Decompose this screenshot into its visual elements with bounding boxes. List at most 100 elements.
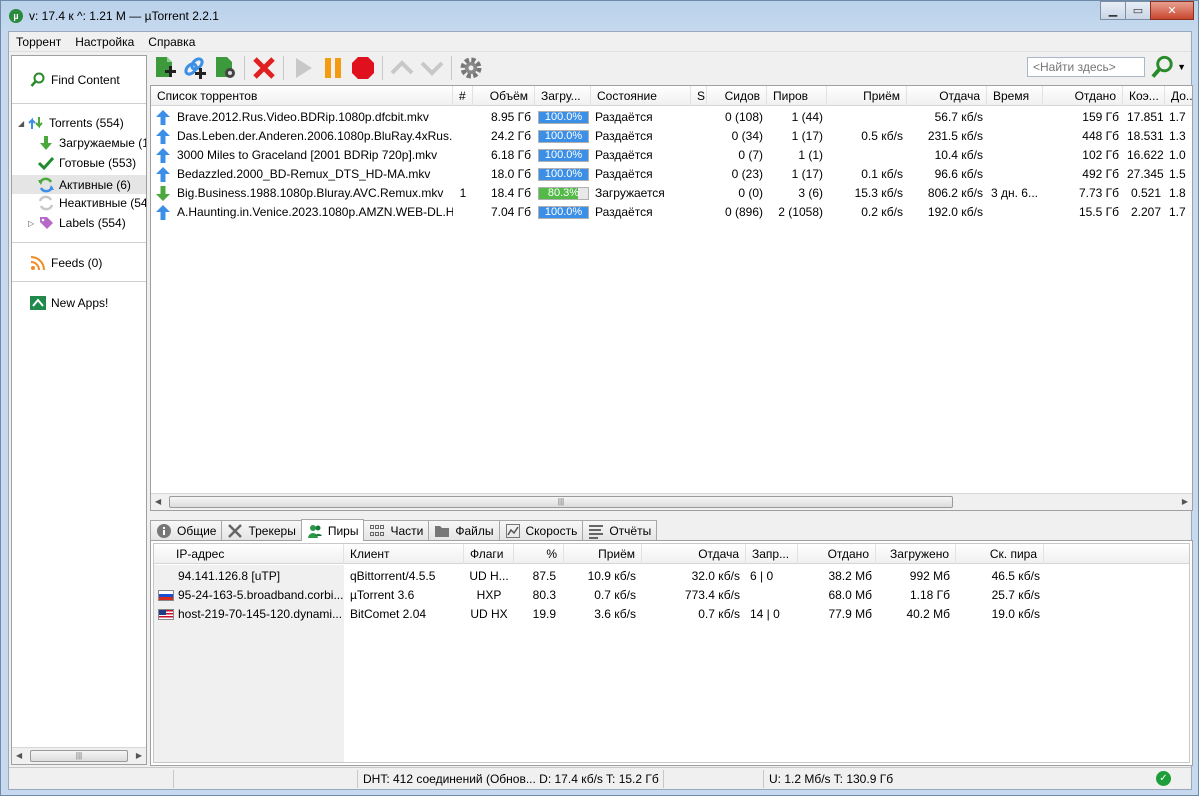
scroll-right-icon[interactable]: ▶ [136, 751, 142, 760]
torrent-row[interactable]: Das.Leben.der.Anderen.2006.1080p.BluRay.… [151, 127, 1192, 146]
menu-torrent[interactable]: Торрент [9, 32, 68, 52]
play-icon [296, 58, 312, 78]
torrent-status: Раздаётся [595, 148, 653, 162]
column-header-seeds[interactable]: Сидов [707, 86, 767, 106]
tab-logger[interactable]: Отчёты [582, 520, 658, 541]
close-button[interactable]: ✕ [1150, 1, 1194, 20]
scrollbar-thumb[interactable]: ||| [169, 496, 953, 508]
torrent-row[interactable]: Big.Business.1988.1080p.Bluray.AVC.Remux… [151, 184, 1192, 203]
column-header-downloaded[interactable]: Загружено [876, 544, 956, 564]
progress-label: 100.0% [544, 206, 583, 218]
sidebar-item-labels[interactable]: ▷ Labels (554) [28, 215, 126, 231]
search-icon [1151, 55, 1173, 78]
peer-row[interactable]: host-219-70-145-120.dynami... BitComet 2.… [154, 605, 1189, 624]
peer-row[interactable]: 94.141.126.8 [uTP] qBittorrent/4.5.5 UD H.… [154, 567, 1189, 586]
torrent-list: Список торрентов # Объём Загру... Состоя… [150, 85, 1193, 511]
column-header-flags[interactable]: Флаги [464, 544, 514, 564]
stop-icon [352, 57, 374, 79]
sidebar-item-completed[interactable]: Готовые (553) [37, 155, 136, 171]
sidebar-item-downloading[interactable]: Загружаемые (1) [38, 135, 146, 151]
upload-arrow-icon [156, 205, 170, 220]
column-header-queue[interactable]: # [453, 86, 473, 106]
column-header-done[interactable]: Загру... [535, 86, 591, 106]
create-torrent-button[interactable] [210, 53, 240, 83]
torrent-uploaded: 7.73 Гб [1078, 186, 1119, 200]
sidebar-horizontal-scrollbar[interactable]: ◀ ||| ▶ [12, 747, 146, 764]
scroll-left-icon[interactable]: ◀ [155, 497, 161, 506]
network-ok-icon[interactable]: ✓ [1156, 771, 1171, 786]
tab-peers[interactable]: Пиры [300, 519, 365, 541]
sidebar-item-new-apps[interactable]: New Apps! [30, 295, 108, 311]
tab-pieces[interactable]: Части [363, 520, 430, 541]
peers-table-header: IP-адрес Клиент Флаги % Приём Отдача Зап… [154, 544, 1189, 564]
client-area: Торрент Настройка Справка Find Content ◢… [8, 31, 1193, 790]
sidebar-divider [12, 281, 146, 282]
scroll-left-icon[interactable]: ◀ [16, 751, 22, 760]
torrent-eta: 3 дн. 6... [991, 186, 1038, 200]
peer-row[interactable]: 95-24-163-5.broadband.corbi... µTorrent 3… [154, 586, 1189, 605]
remove-torrent-button[interactable] [249, 53, 279, 83]
add-torrent-button[interactable] [150, 53, 180, 83]
sidebar-item-find-content[interactable]: Find Content [30, 72, 120, 88]
column-header-eta[interactable]: Время [987, 86, 1043, 106]
sidebar-item-active[interactable]: Активные (6) [12, 175, 146, 194]
start-button[interactable] [288, 53, 318, 83]
column-header-down-speed[interactable]: Приём [827, 86, 907, 106]
search-button[interactable]: ▼ [1150, 54, 1186, 80]
torrent-eta [987, 127, 1043, 146]
menu-help[interactable]: Справка [141, 32, 202, 52]
sidebar-item-feeds[interactable]: Feeds (0) [30, 255, 102, 271]
tab-trackers[interactable]: Трекеры [221, 520, 302, 541]
column-header-down-speed[interactable]: Приём [564, 544, 642, 564]
tab-general[interactable]: Общие [150, 520, 223, 541]
scrollbar-thumb[interactable]: ||| [30, 750, 128, 762]
title-bar[interactable]: µ v: 17.4 к ^: 1.21 M — µTorrent 2.2.1 ▁… [1, 1, 1198, 31]
search-input[interactable] [1027, 57, 1145, 77]
chevron-down-icon[interactable]: ▼ [1177, 62, 1186, 72]
move-up-button[interactable] [387, 53, 417, 83]
column-header-up-speed[interactable]: Отдача [907, 86, 987, 106]
tab-speed[interactable]: Скорость [498, 520, 584, 541]
minimize-button[interactable]: ▁ [1100, 1, 1126, 20]
column-header-peers[interactable]: Пиров [767, 86, 827, 106]
sidebar-item-torrents[interactable]: ◢ Torrents (554) [18, 115, 124, 131]
torrent-list-horizontal-scrollbar[interactable]: ◀ ||| ▶ [151, 493, 1192, 510]
column-header-availability[interactable]: До... [1165, 86, 1192, 106]
stop-button[interactable] [348, 53, 378, 83]
pause-button[interactable] [318, 53, 348, 83]
scroll-right-icon[interactable]: ▶ [1182, 497, 1188, 506]
status-cell-empty [173, 770, 357, 788]
peer-percent: 19.9 [532, 607, 556, 621]
usa-flag-icon [158, 609, 174, 620]
peer-uploaded: 38.2 Мб [828, 569, 872, 583]
torrent-row[interactable]: Bedazzled.2000_BD-Remux_DTS_HD-MA.mkv 18.… [151, 165, 1192, 184]
torrent-ratio: 18.531 [1127, 129, 1164, 143]
column-header-uploaded[interactable]: Отдано [1043, 86, 1123, 106]
sidebar-item-inactive[interactable]: Неактивные (548) [38, 195, 146, 211]
peer-down-speed: 0.7 кб/s [594, 588, 636, 602]
column-header-requests[interactable]: Запр... [746, 544, 798, 564]
column-header-up-speed[interactable]: Отдача [642, 544, 746, 564]
settings-button[interactable] [456, 53, 486, 83]
column-header-name[interactable]: Список торрентов [151, 86, 453, 106]
column-header-client[interactable]: Клиент [344, 544, 464, 564]
add-torrent-from-url-button[interactable] [180, 53, 210, 83]
torrent-name: Bedazzled.2000_BD-Remux_DTS_HD-MA.mkv [177, 167, 431, 181]
torrent-row[interactable]: A.Haunting.in.Venice.2023.1080p.AMZN.WEB… [151, 203, 1192, 222]
column-header-uploaded[interactable]: Отдано [798, 544, 876, 564]
torrent-ratio: 0.521 [1130, 186, 1161, 200]
menu-settings[interactable]: Настройка [68, 32, 141, 52]
column-header-size[interactable]: Объём [473, 86, 535, 106]
column-header-percent[interactable]: % [514, 544, 564, 564]
column-header-ip[interactable]: IP-адрес [154, 544, 344, 564]
column-header-status[interactable]: Состояние [591, 86, 691, 106]
column-header-peer-speed[interactable]: Ск. пира [956, 544, 1044, 564]
torrent-row[interactable]: 3000 Miles to Graceland [2001 BDRip 720p… [151, 146, 1192, 165]
column-header-s[interactable]: S [691, 86, 707, 106]
column-header-ratio[interactable]: Коэ... [1123, 86, 1165, 106]
tab-files[interactable]: Файлы [428, 520, 500, 541]
move-down-button[interactable] [417, 53, 447, 83]
torrent-row[interactable]: Brave.2012.Rus.Video.BDRip.1080p.dfcbit.… [151, 108, 1192, 127]
torrent-uploaded: 448 Гб [1082, 129, 1119, 143]
maximize-button[interactable]: ▭ [1125, 1, 1151, 20]
